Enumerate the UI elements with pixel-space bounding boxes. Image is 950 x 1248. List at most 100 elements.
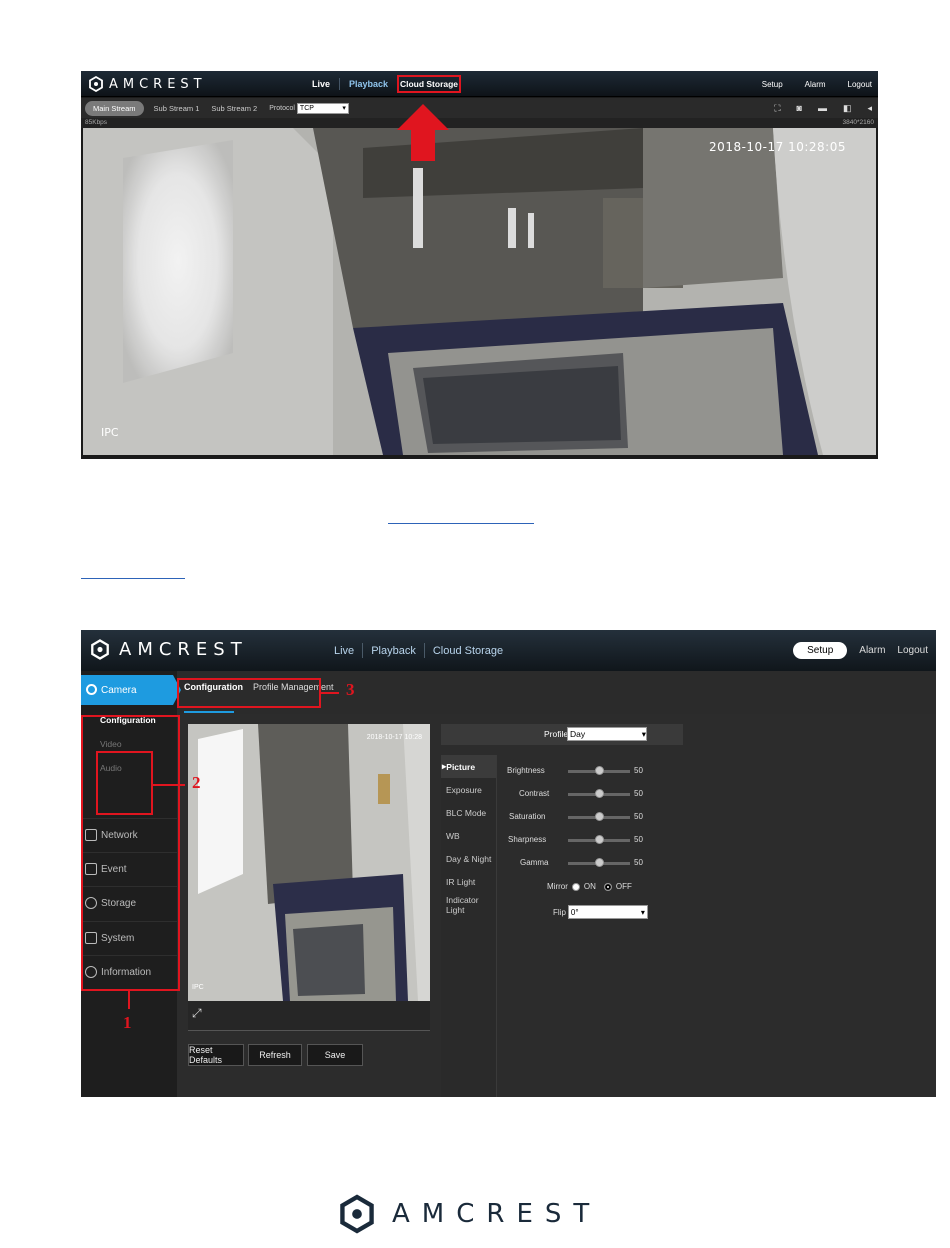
callout-box-submenu bbox=[96, 751, 153, 815]
stream-bar: Main Stream Sub Stream 1 Sub Stream 2 Pr… bbox=[81, 98, 878, 118]
image-icon[interactable]: ▬ bbox=[818, 103, 827, 113]
nav-playback[interactable]: Playback bbox=[363, 645, 424, 657]
setup-link[interactable]: Setup bbox=[762, 80, 783, 89]
flip-value: 0° bbox=[570, 907, 579, 917]
slider-handle[interactable] bbox=[595, 789, 604, 798]
sidebar-item-label: Camera bbox=[101, 684, 137, 696]
footer-brand-text: AMCREST bbox=[392, 1199, 602, 1229]
hyperlink-underline[interactable] bbox=[81, 565, 185, 579]
live-view-screenshot: AMCREST Live Playback Cloud Storage Clou… bbox=[81, 71, 878, 459]
brand-text: AMCREST bbox=[119, 639, 248, 660]
flip-label: Flip bbox=[553, 907, 566, 917]
slider-handle[interactable] bbox=[595, 858, 604, 867]
sidebar-item-camera[interactable]: Camera bbox=[81, 675, 181, 705]
snapshot-icon[interactable]: ◙ bbox=[797, 103, 802, 113]
alarm-link[interactable]: Alarm bbox=[859, 645, 885, 656]
flip-select[interactable]: 0° ▾ bbox=[567, 905, 648, 919]
amcrest-logo-icon bbox=[89, 76, 103, 92]
slider-value: 50 bbox=[634, 835, 643, 844]
red-arrow-icon bbox=[397, 104, 449, 161]
protocol-label: Protocol bbox=[269, 104, 295, 112]
setup-button[interactable]: Setup bbox=[793, 642, 848, 659]
video-timestamp: 2018-10-17 10:28:05 bbox=[709, 140, 846, 154]
nav-live[interactable]: Live bbox=[303, 79, 339, 89]
chevron-down-icon: ▾ bbox=[641, 728, 646, 739]
logout-link[interactable]: Logout bbox=[848, 80, 872, 89]
refresh-button[interactable]: Refresh bbox=[248, 1044, 302, 1066]
sharpness-slider[interactable]: Sharpness 50 bbox=[508, 833, 711, 847]
top-nav-bar: AMCREST Live Playback Cloud Storage Clou… bbox=[81, 71, 878, 97]
slider-label: Sharpness bbox=[508, 835, 547, 844]
amcrest-logo-icon bbox=[91, 639, 109, 660]
slider-handle[interactable] bbox=[595, 766, 604, 775]
menu-picture[interactable]: ▸ Picture bbox=[441, 755, 496, 778]
stream-info-bar: 85Kbps 3840*2160 bbox=[81, 118, 878, 128]
menu-wb[interactable]: WB bbox=[441, 824, 496, 847]
mirror-on-radio[interactable] bbox=[571, 882, 580, 891]
footer-logo: AMCREST bbox=[340, 1194, 601, 1234]
main-stream-button[interactable]: Main Stream bbox=[85, 100, 144, 116]
slider-value: 50 bbox=[634, 766, 643, 775]
slider-handle[interactable] bbox=[595, 835, 604, 844]
top-right-links: Setup Alarm Logout bbox=[793, 630, 928, 671]
slider-value: 50 bbox=[634, 789, 643, 798]
menu-exposure[interactable]: Exposure bbox=[441, 778, 496, 801]
live-video-feed[interactable]: 2018-10-17 10:28:05 IPC bbox=[83, 128, 876, 455]
mirror-setting: Mirror ON OFF bbox=[547, 882, 632, 891]
callout-label-3: 3 bbox=[346, 680, 355, 699]
brand-text: AMCREST bbox=[109, 76, 207, 92]
record-icon[interactable]: ◧ bbox=[843, 103, 852, 114]
callout-line bbox=[153, 784, 185, 786]
slider-label: Saturation bbox=[509, 812, 546, 821]
slider-handle[interactable] bbox=[595, 812, 604, 821]
callout-line bbox=[321, 692, 339, 694]
slider-value: 50 bbox=[634, 858, 643, 867]
mirror-on-label: ON bbox=[583, 882, 596, 891]
callout-label-2: 2 bbox=[192, 773, 201, 792]
brightness-slider[interactable]: Brightness 50 bbox=[507, 764, 711, 778]
bitrate-readout: 85Kbps bbox=[85, 119, 108, 126]
active-tab-indicator bbox=[184, 711, 234, 713]
mirror-off-label: OFF bbox=[615, 882, 632, 891]
top-nav-bar: AMCREST Live Playback Cloud Storage Setu… bbox=[81, 630, 936, 671]
amcrest-logo: AMCREST bbox=[91, 639, 248, 660]
callout-label-1: 1 bbox=[123, 1013, 132, 1032]
saturation-slider[interactable]: Saturation 50 bbox=[509, 810, 711, 824]
top-right-links: Setup Alarm Logout bbox=[762, 71, 872, 97]
mirror-label: Mirror bbox=[547, 882, 568, 891]
protocol-value: TCP bbox=[299, 104, 314, 112]
save-button[interactable]: Save bbox=[307, 1044, 363, 1066]
menu-ir-light[interactable]: IR Light bbox=[441, 870, 496, 893]
fullscreen-icon[interactable]: ⛶ bbox=[774, 103, 780, 114]
nav-cloud-storage[interactable]: Cloud Storage bbox=[425, 645, 511, 657]
hyperlink-underline[interactable] bbox=[388, 510, 534, 524]
speaker-icon[interactable]: ◂ bbox=[867, 103, 872, 114]
slider-label: Brightness bbox=[507, 766, 545, 775]
camera-icon bbox=[86, 684, 97, 695]
setup-screenshot: AMCREST Live Playback Cloud Storage Setu… bbox=[81, 630, 936, 1097]
sub-stream-1-button[interactable]: Sub Stream 1 bbox=[154, 104, 200, 113]
profile-bar: Profile Day ▾ bbox=[441, 724, 683, 745]
menu-indicator-light[interactable]: Indicator Light bbox=[441, 893, 496, 916]
video-bottom-strip bbox=[81, 455, 878, 459]
profile-select[interactable]: Day ▾ bbox=[567, 727, 647, 741]
preview-video[interactable]: 2018-10-17 10:28 IPC bbox=[188, 724, 430, 1001]
alarm-link[interactable]: Alarm bbox=[805, 80, 826, 89]
protocol-select[interactable]: TCP ▾ bbox=[296, 102, 349, 114]
mirror-off-radio[interactable] bbox=[603, 882, 612, 891]
nav-live[interactable]: Live bbox=[326, 645, 362, 657]
sub-stream-2-button[interactable]: Sub Stream 2 bbox=[211, 104, 257, 113]
nav-cloud-storage[interactable]: Cloud Storage bbox=[397, 75, 461, 93]
callout-box-tabs bbox=[177, 678, 321, 708]
logout-link[interactable]: Logout bbox=[897, 645, 928, 656]
reset-defaults-button[interactable]: Reset Defaults bbox=[188, 1044, 244, 1066]
callout-line bbox=[128, 991, 130, 1009]
nav-playback[interactable]: Playback bbox=[340, 79, 397, 89]
chevron-down-icon: ▾ bbox=[640, 907, 645, 917]
menu-day-night[interactable]: Day & Night bbox=[441, 847, 496, 870]
expand-icon[interactable]: ⤢ bbox=[192, 1006, 202, 1021]
menu-blc-mode[interactable]: BLC Mode bbox=[441, 801, 496, 824]
gamma-slider[interactable]: Gamma 50 bbox=[511, 856, 711, 870]
contrast-slider[interactable]: Contrast 50 bbox=[511, 787, 711, 801]
preview-timestamp: 2018-10-17 10:28 bbox=[366, 734, 422, 741]
